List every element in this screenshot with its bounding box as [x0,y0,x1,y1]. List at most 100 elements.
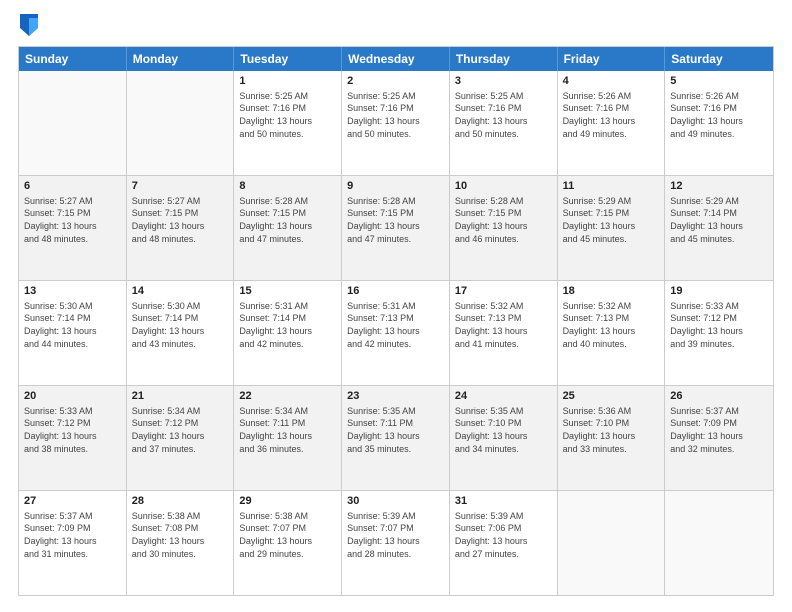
day-number: 3 [455,74,552,89]
calendar-cell: 7Sunrise: 5:27 AM Sunset: 7:15 PM Daylig… [127,176,235,280]
day-number: 5 [670,74,768,89]
calendar-cell: 10Sunrise: 5:28 AM Sunset: 7:15 PM Dayli… [450,176,558,280]
day-number: 7 [132,179,229,194]
day-number: 27 [24,494,121,509]
calendar-cell: 29Sunrise: 5:38 AM Sunset: 7:07 PM Dayli… [234,491,342,595]
calendar-row: 27Sunrise: 5:37 AM Sunset: 7:09 PM Dayli… [19,490,773,595]
calendar-cell: 21Sunrise: 5:34 AM Sunset: 7:12 PM Dayli… [127,386,235,490]
day-info: Sunrise: 5:25 AM Sunset: 7:16 PM Dayligh… [455,90,552,140]
calendar-cell: 14Sunrise: 5:30 AM Sunset: 7:14 PM Dayli… [127,281,235,385]
header [18,16,774,36]
day-number: 1 [239,74,336,89]
day-info: Sunrise: 5:28 AM Sunset: 7:15 PM Dayligh… [455,195,552,245]
day-info: Sunrise: 5:34 AM Sunset: 7:12 PM Dayligh… [132,405,229,455]
day-info: Sunrise: 5:33 AM Sunset: 7:12 PM Dayligh… [670,300,768,350]
calendar-cell: 16Sunrise: 5:31 AM Sunset: 7:13 PM Dayli… [342,281,450,385]
day-number: 13 [24,284,121,299]
day-number: 31 [455,494,552,509]
calendar-header-cell: Friday [558,47,666,71]
day-number: 30 [347,494,444,509]
day-info: Sunrise: 5:32 AM Sunset: 7:13 PM Dayligh… [455,300,552,350]
page: SundayMondayTuesdayWednesdayThursdayFrid… [0,0,792,612]
calendar-cell: 28Sunrise: 5:38 AM Sunset: 7:08 PM Dayli… [127,491,235,595]
day-number: 12 [670,179,768,194]
day-info: Sunrise: 5:35 AM Sunset: 7:11 PM Dayligh… [347,405,444,455]
day-info: Sunrise: 5:36 AM Sunset: 7:10 PM Dayligh… [563,405,660,455]
day-number: 14 [132,284,229,299]
day-number: 18 [563,284,660,299]
calendar-cell: 31Sunrise: 5:39 AM Sunset: 7:06 PM Dayli… [450,491,558,595]
day-number: 15 [239,284,336,299]
day-info: Sunrise: 5:30 AM Sunset: 7:14 PM Dayligh… [132,300,229,350]
day-info: Sunrise: 5:39 AM Sunset: 7:07 PM Dayligh… [347,510,444,560]
calendar-header-cell: Monday [127,47,235,71]
day-number: 25 [563,389,660,404]
calendar-cell: 4Sunrise: 5:26 AM Sunset: 7:16 PM Daylig… [558,71,666,175]
calendar-cell: 3Sunrise: 5:25 AM Sunset: 7:16 PM Daylig… [450,71,558,175]
day-info: Sunrise: 5:25 AM Sunset: 7:16 PM Dayligh… [347,90,444,140]
day-info: Sunrise: 5:28 AM Sunset: 7:15 PM Dayligh… [347,195,444,245]
calendar-cell: 2Sunrise: 5:25 AM Sunset: 7:16 PM Daylig… [342,71,450,175]
calendar-cell [19,71,127,175]
calendar-cell: 23Sunrise: 5:35 AM Sunset: 7:11 PM Dayli… [342,386,450,490]
day-number: 17 [455,284,552,299]
day-info: Sunrise: 5:27 AM Sunset: 7:15 PM Dayligh… [24,195,121,245]
day-info: Sunrise: 5:39 AM Sunset: 7:06 PM Dayligh… [455,510,552,560]
day-info: Sunrise: 5:37 AM Sunset: 7:09 PM Dayligh… [670,405,768,455]
day-info: Sunrise: 5:35 AM Sunset: 7:10 PM Dayligh… [455,405,552,455]
calendar-cell [127,71,235,175]
calendar-body: 1Sunrise: 5:25 AM Sunset: 7:16 PM Daylig… [19,71,773,595]
calendar-header: SundayMondayTuesdayWednesdayThursdayFrid… [19,47,773,71]
calendar-cell: 25Sunrise: 5:36 AM Sunset: 7:10 PM Dayli… [558,386,666,490]
calendar-cell: 13Sunrise: 5:30 AM Sunset: 7:14 PM Dayli… [19,281,127,385]
day-info: Sunrise: 5:26 AM Sunset: 7:16 PM Dayligh… [563,90,660,140]
day-number: 21 [132,389,229,404]
day-number: 28 [132,494,229,509]
day-info: Sunrise: 5:25 AM Sunset: 7:16 PM Dayligh… [239,90,336,140]
day-info: Sunrise: 5:38 AM Sunset: 7:07 PM Dayligh… [239,510,336,560]
day-info: Sunrise: 5:34 AM Sunset: 7:11 PM Dayligh… [239,405,336,455]
calendar-cell: 8Sunrise: 5:28 AM Sunset: 7:15 PM Daylig… [234,176,342,280]
logo-icon [20,14,38,36]
calendar-cell: 11Sunrise: 5:29 AM Sunset: 7:15 PM Dayli… [558,176,666,280]
calendar-header-cell: Tuesday [234,47,342,71]
day-info: Sunrise: 5:31 AM Sunset: 7:14 PM Dayligh… [239,300,336,350]
calendar-header-cell: Wednesday [342,47,450,71]
day-info: Sunrise: 5:26 AM Sunset: 7:16 PM Dayligh… [670,90,768,140]
calendar-cell: 5Sunrise: 5:26 AM Sunset: 7:16 PM Daylig… [665,71,773,175]
day-number: 2 [347,74,444,89]
calendar-cell: 9Sunrise: 5:28 AM Sunset: 7:15 PM Daylig… [342,176,450,280]
calendar-cell: 17Sunrise: 5:32 AM Sunset: 7:13 PM Dayli… [450,281,558,385]
calendar-cell: 24Sunrise: 5:35 AM Sunset: 7:10 PM Dayli… [450,386,558,490]
day-number: 23 [347,389,444,404]
day-number: 29 [239,494,336,509]
calendar-cell: 15Sunrise: 5:31 AM Sunset: 7:14 PM Dayli… [234,281,342,385]
calendar-cell: 26Sunrise: 5:37 AM Sunset: 7:09 PM Dayli… [665,386,773,490]
calendar-cell: 20Sunrise: 5:33 AM Sunset: 7:12 PM Dayli… [19,386,127,490]
calendar-header-cell: Thursday [450,47,558,71]
day-info: Sunrise: 5:32 AM Sunset: 7:13 PM Dayligh… [563,300,660,350]
calendar-cell: 19Sunrise: 5:33 AM Sunset: 7:12 PM Dayli… [665,281,773,385]
day-info: Sunrise: 5:33 AM Sunset: 7:12 PM Dayligh… [24,405,121,455]
day-number: 10 [455,179,552,194]
day-info: Sunrise: 5:29 AM Sunset: 7:14 PM Dayligh… [670,195,768,245]
day-number: 26 [670,389,768,404]
day-info: Sunrise: 5:38 AM Sunset: 7:08 PM Dayligh… [132,510,229,560]
day-number: 6 [24,179,121,194]
calendar-header-cell: Sunday [19,47,127,71]
day-number: 22 [239,389,336,404]
calendar-row: 20Sunrise: 5:33 AM Sunset: 7:12 PM Dayli… [19,385,773,490]
calendar-cell: 18Sunrise: 5:32 AM Sunset: 7:13 PM Dayli… [558,281,666,385]
logo [18,16,38,36]
calendar-header-cell: Saturday [665,47,773,71]
calendar: SundayMondayTuesdayWednesdayThursdayFrid… [18,46,774,596]
day-number: 4 [563,74,660,89]
day-info: Sunrise: 5:30 AM Sunset: 7:14 PM Dayligh… [24,300,121,350]
calendar-cell: 22Sunrise: 5:34 AM Sunset: 7:11 PM Dayli… [234,386,342,490]
calendar-row: 13Sunrise: 5:30 AM Sunset: 7:14 PM Dayli… [19,280,773,385]
day-info: Sunrise: 5:37 AM Sunset: 7:09 PM Dayligh… [24,510,121,560]
calendar-row: 1Sunrise: 5:25 AM Sunset: 7:16 PM Daylig… [19,71,773,175]
day-number: 16 [347,284,444,299]
calendar-cell [665,491,773,595]
calendar-cell: 1Sunrise: 5:25 AM Sunset: 7:16 PM Daylig… [234,71,342,175]
